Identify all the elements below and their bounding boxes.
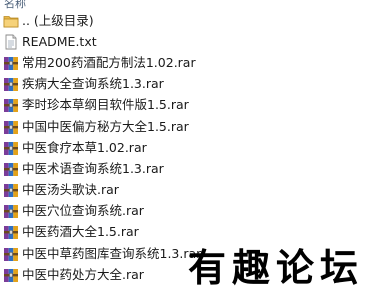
list-item-rar[interactable]: 李时珍本草纲目软件版1.5.rar [0,95,368,116]
rar-archive-icon [3,119,19,135]
list-item-rar[interactable]: 常用200药酒配方制法1.02.rar [0,52,368,73]
file-label: 中医汤头歌诀.rar [22,182,119,198]
list-item-parent-dir[interactable]: .. (上级目录) [0,10,368,31]
list-item-rar[interactable]: 中国中医偏方秘方大全1.5.rar [0,116,368,137]
list-item-rar[interactable]: 中医食疗本草1.02.rar [0,137,368,158]
text-file-icon [3,34,19,50]
file-label: .. (上级目录) [22,12,94,28]
file-label: 李时珍本草纲目软件版1.5.rar [22,97,189,113]
file-label: 中国中医偏方秘方大全1.5.rar [22,118,189,134]
rar-archive-icon [3,76,19,92]
file-label: 中医术语查询系统1.3.rar [22,160,164,176]
folder-icon [3,13,19,29]
file-label: 疾病大全查询系统1.3.rar [22,76,164,92]
list-item-rar[interactable]: 疾病大全查询系统1.3.rar [0,74,368,95]
rar-archive-icon [3,182,19,198]
rar-archive-icon [3,55,19,71]
list-item-readme[interactable]: README.txt [0,31,368,52]
file-label: 中医食疗本草1.02.rar [22,139,147,155]
list-item-rar[interactable]: 中医穴位查询系统.rar [0,201,368,222]
rar-archive-icon [3,246,19,262]
list-item-rar[interactable]: 中医汤头歌诀.rar [0,180,368,201]
list-item-rar[interactable]: 中医术语查询系统1.3.rar [0,158,368,179]
file-label: README.txt [22,33,97,49]
file-label: 中医穴位查询系统.rar [22,203,144,219]
file-label: 常用200药酒配方制法1.02.rar [22,54,196,70]
rar-archive-icon [3,97,19,113]
rar-archive-icon [3,161,19,177]
rar-archive-icon [3,224,19,240]
file-label: 中医中药处方大全.rar [22,266,144,282]
list-item-rar[interactable]: 中医药酒大全1.5.rar [0,222,368,243]
file-label: 中医药酒大全1.5.rar [22,224,139,240]
rar-archive-icon [3,203,19,219]
forum-watermark: 有趣论坛 [187,245,364,290]
rar-archive-icon [3,267,19,283]
file-label: 中医中草药图库查询系统1.3.rar [22,245,202,261]
rar-archive-icon [3,140,19,156]
